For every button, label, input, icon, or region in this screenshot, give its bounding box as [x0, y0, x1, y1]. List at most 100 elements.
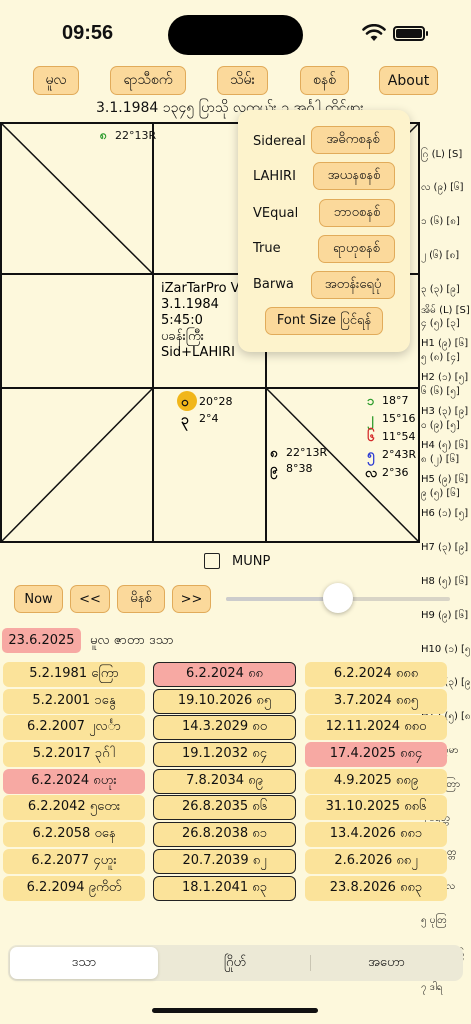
next-button[interactable]: >> [172, 585, 211, 613]
sub-sub-dasa-cell[interactable]: 6.2.2024 ၈၈၈ [305, 662, 447, 687]
font-size-button[interactable]: Font Size ပြင်ရန် [265, 307, 383, 335]
list-item: H8 (၅) [၆] [421, 575, 469, 587]
chart-diagonal [0, 122, 154, 275]
list-item: ၁ (၆) [၈] [421, 216, 460, 228]
planet-degree: 20°28 [199, 395, 233, 408]
about-button[interactable]: About [379, 66, 438, 95]
popup-option-button[interactable]: အတန်းရေပုံ [311, 271, 395, 299]
time-slider-fill [226, 597, 338, 601]
planet-symbol: ဝ [181, 395, 189, 410]
sub-dasa-cell[interactable]: 6.2.2024 ၈၈ [153, 662, 296, 687]
planet-degree: 15°16 [382, 412, 416, 425]
dasa-cell[interactable]: 6.2.2042 ၅တေး [3, 795, 145, 821]
chart-info-line: 3.1.1984 [161, 297, 219, 312]
planet-degree: 8°38 [286, 462, 313, 475]
planet-degree: 11°54 [382, 430, 416, 443]
list-item: ၅ ပုတြ [421, 914, 447, 926]
list-item: H10 (၁) [၅] [421, 643, 471, 655]
munp-checkbox[interactable] [204, 553, 220, 569]
popup-label: LAHIRI [253, 169, 296, 184]
sub-dasa-cell[interactable]: 19.1.2032 ၈၄ [153, 742, 296, 768]
planet-degree: 2°36 [382, 466, 409, 479]
sub-sub-dasa-cell[interactable]: 13.4.2026 ၈၈၁ [305, 822, 447, 848]
dasa-cell[interactable]: 5.2.2001 ၁နွေ [3, 688, 145, 714]
popup-option-button[interactable]: ဘာဝစနစ် [319, 199, 395, 227]
planet-degree: 2°4 [199, 412, 219, 425]
home-button[interactable]: မူလ [33, 66, 79, 95]
sub-dasa-cell[interactable]: 26.8.2038 ၈၁ [153, 822, 296, 848]
dasa-cell[interactable]: 6.2.2024 ၈ဟုး [3, 768, 145, 794]
chart-info-line: 5:45:0 [161, 313, 203, 328]
chart-info-line: Sid+LAHIRI [161, 345, 235, 360]
list-item: H9 (၉) [၆] [421, 609, 469, 621]
list-item: အိမ် (L) [S] [421, 304, 470, 316]
sub-sub-dasa-cell[interactable]: 4.9.2025 ၈၈၉ [305, 768, 447, 794]
planet-symbol: ၃ [181, 412, 189, 431]
sub-sub-dasa-cell[interactable]: 2.6.2026 ၈၈၂ [305, 848, 447, 874]
sub-dasa-cell[interactable]: 18.1.2041 ၈၃ [153, 875, 296, 901]
chart-info-line: iZarTarPro V [161, 281, 240, 296]
planet-degree: 22°13R [115, 129, 156, 142]
save-button[interactable]: သိမ်း [217, 66, 268, 95]
dasa-cell[interactable]: 6.2.2094 ၉ကိတ် [3, 875, 145, 901]
status-time: 09:56 [62, 22, 114, 44]
munp-toggle[interactable]: MUNP [204, 553, 270, 569]
minute-button[interactable]: မိနစ် [117, 585, 165, 613]
tab-ahaw[interactable]: အဟော [312, 947, 461, 979]
list-item: H2 (၁) [၅] [421, 372, 469, 384]
chart-diagonal [0, 387, 154, 543]
list-item: H6 (၁) [၅] [421, 507, 469, 519]
list-item: H3 (၃) [၉] [421, 406, 469, 418]
list-item: H4 (၅) [၆] [421, 440, 469, 452]
planet-symbol: ၅ [367, 447, 376, 466]
dasa-cell[interactable]: 6.2.2077 ၄ဟူး [3, 848, 145, 874]
sub-sub-dasa-cell[interactable]: 3.7.2024 ၈၈၅ [305, 688, 447, 714]
tab-dasa[interactable]: ဒသာ [10, 947, 158, 979]
dasa-cell[interactable]: 5.2.1981 ကြော [3, 662, 145, 687]
main-dasa-list: 5.2.1981 ကြော 5.2.2001 ၁နွေ 6.2.2007 ၂လင်္… [3, 662, 145, 902]
popup-label: Sidereal [253, 134, 306, 149]
popup-option-button[interactable]: အယနစနစ် [313, 162, 395, 190]
dasa-cell[interactable]: 5.2.2017 ၃ဂ်ါ [3, 742, 145, 768]
segment-divider [310, 955, 311, 971]
list-item: H7 (၃) [၉] [421, 541, 469, 553]
now-button[interactable]: Now [14, 585, 63, 613]
sub-dasa-cell[interactable]: 7.8.2034 ၈၉ [153, 768, 296, 794]
dasa-section-label: မူလ ဇာတာ ဒသာ [90, 633, 174, 648]
planet-symbol: ၂ [367, 411, 375, 430]
home-indicator [152, 1008, 318, 1013]
planet-degree: 22°13R [286, 446, 327, 459]
tab-planets[interactable]: ဂြိုဟ် [161, 947, 309, 979]
sub-dasa-list: 6.2.2024 ၈၈ 19.10.2026 ၈၅ 14.3.2029 ၈၀ 19.1… [153, 662, 296, 902]
sub-dasa-cell[interactable]: 26.8.2035 ၈၆ [153, 795, 296, 821]
system-popup-menu: Sidereal အဓိကစနစ် LAHIRI အယနစနစ် VEqual … [238, 110, 410, 352]
planet-degree: 18°7 [382, 394, 409, 407]
chart-info-line: ပခန်းကြီး [161, 327, 204, 346]
popup-label: True [253, 241, 281, 256]
popup-option-button[interactable]: ရာဟုစနစ် [318, 235, 395, 263]
planet-symbol: ၈ [99, 128, 107, 142]
wifi-icon [362, 24, 386, 41]
planet-symbol: ၁ [367, 394, 375, 409]
popup-option-button[interactable]: အဓိကစနစ် [311, 126, 395, 154]
system-button[interactable]: စနစ် [300, 66, 349, 95]
sub-sub-dasa-cell[interactable]: 31.10.2025 ၈၈၆ [305, 795, 447, 821]
status-bar: 09:56 [0, 0, 471, 60]
sub-sub-dasa-cell[interactable]: 17.4.2025 ၈၈၄ [305, 742, 447, 768]
popup-label: Barwa [253, 277, 294, 292]
dasa-cell[interactable]: 6.2.2007 ၂လင်္ာ [3, 715, 145, 741]
sub-sub-dasa-list: 6.2.2024 ၈၈၈ 3.7.2024 ၈၈၅ 12.11.2024 ၈၈၀ 17… [305, 662, 447, 902]
sub-dasa-cell[interactable]: 20.7.2039 ၈၂ [153, 848, 296, 874]
rasi-chart-button[interactable]: ရာသီစက် [110, 66, 186, 95]
list-item: ၇ ဒါရ [421, 982, 443, 994]
sub-dasa-cell[interactable]: 14.3.2029 ၈၀ [153, 715, 296, 741]
planet-symbol: ၉ [270, 462, 278, 480]
previous-button[interactable]: << [70, 585, 110, 613]
list-item: ၂ (၆) [၈] [421, 250, 460, 262]
time-slider-thumb[interactable] [323, 583, 353, 613]
sub-sub-dasa-cell[interactable]: 12.11.2024 ၈၈၀ [305, 715, 447, 741]
sub-dasa-cell[interactable]: 19.10.2026 ၈၅ [153, 688, 296, 714]
dasa-cell[interactable]: 6.2.2058 ဝနေ [3, 822, 145, 848]
battery-icon [393, 26, 428, 41]
sub-sub-dasa-cell[interactable]: 23.8.2026 ၈၈၃ [305, 875, 447, 901]
